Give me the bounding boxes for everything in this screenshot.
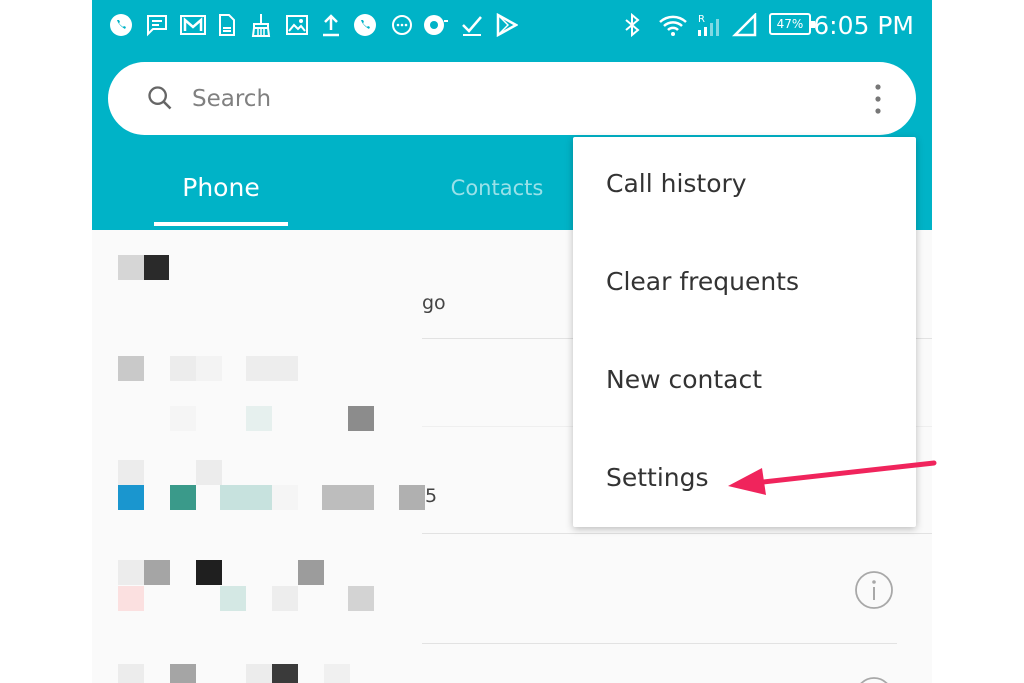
wifi-icon [659,15,687,36]
play-store-icon [496,13,518,37]
tab-contacts-label: Contacts [450,176,544,200]
more-vert-icon[interactable] [872,82,884,116]
bluetooth-icon [625,13,640,37]
battery-icon: 47% [769,13,815,35]
redacted-block [170,664,196,683]
check-icon [462,16,482,36]
list-item[interactable] [92,650,932,683]
signal-r-icon: R [698,14,719,36]
redacted-block [272,485,298,510]
redacted-block [399,485,425,510]
menu-item-call-history[interactable]: Call history [573,137,916,235]
tab-active-indicator [154,222,288,226]
image-icon [286,15,308,35]
redacted-block [118,485,144,510]
redacted-block [272,586,298,611]
list-item-text: go [422,292,446,314]
info-icon[interactable] [854,676,894,683]
redacted-block [348,586,374,611]
upload-icon [323,14,339,37]
redacted-block [118,460,144,485]
broom-icon [251,14,271,37]
chat-bubble-icon [392,15,412,35]
redacted-block [118,664,144,683]
whatsapp-icon [110,14,132,36]
redacted-block [170,406,196,431]
search-icon[interactable] [146,84,174,112]
redacted-block [298,560,324,585]
redacted-block [348,406,374,431]
message-icon [147,15,167,37]
menu-item-label: Settings [606,463,709,492]
sync-icon [424,15,448,35]
gmail-icon [180,15,206,35]
redacted-block [170,356,196,381]
svg-text:R: R [698,14,705,25]
divider [422,533,932,534]
menu-item-new-contact[interactable]: New contact [573,333,916,431]
info-icon[interactable] [854,570,894,610]
redacted-block [144,255,169,280]
list-item-text: 5 [425,485,438,507]
divider [422,643,897,644]
redacted-block [246,406,272,431]
tab-contacts[interactable]: Contacts [432,160,562,216]
redacted-block [246,664,272,683]
whatsapp-icon [354,14,376,36]
search-input[interactable]: Search [192,86,271,112]
search-bar[interactable]: Search [108,62,916,135]
redacted-block [144,560,170,585]
redacted-block [118,560,144,585]
pointer-arrow-annotation [728,460,937,495]
redacted-block [118,255,144,280]
tab-phone-label: Phone [182,173,260,202]
status-bar: R 47% 6:05 PM [92,0,932,50]
menu-item-label: Call history [606,169,747,198]
redacted-block [220,586,246,611]
redacted-block [196,460,222,485]
menu-item-label: Clear frequents [606,267,800,296]
phone-screen: R 47% 6:05 PM Search Phone Contacts go 5… [92,0,932,683]
redacted-block [196,560,222,585]
redacted-block [324,664,350,683]
redacted-block [196,356,222,381]
status-time: 6:05 PM [813,11,914,40]
redacted-block [322,485,374,510]
redacted-block [170,485,196,510]
redacted-block [246,356,298,381]
redacted-block [272,664,298,683]
redacted-block [118,586,144,611]
file-icon [219,14,235,36]
tab-phone[interactable]: Phone [154,160,288,228]
menu-item-label: New contact [606,365,763,394]
list-item[interactable] [92,540,932,640]
menu-item-clear-frequents[interactable]: Clear frequents [573,235,916,333]
signal-icon [732,13,757,37]
redacted-block [118,356,144,381]
redacted-block [220,485,272,510]
